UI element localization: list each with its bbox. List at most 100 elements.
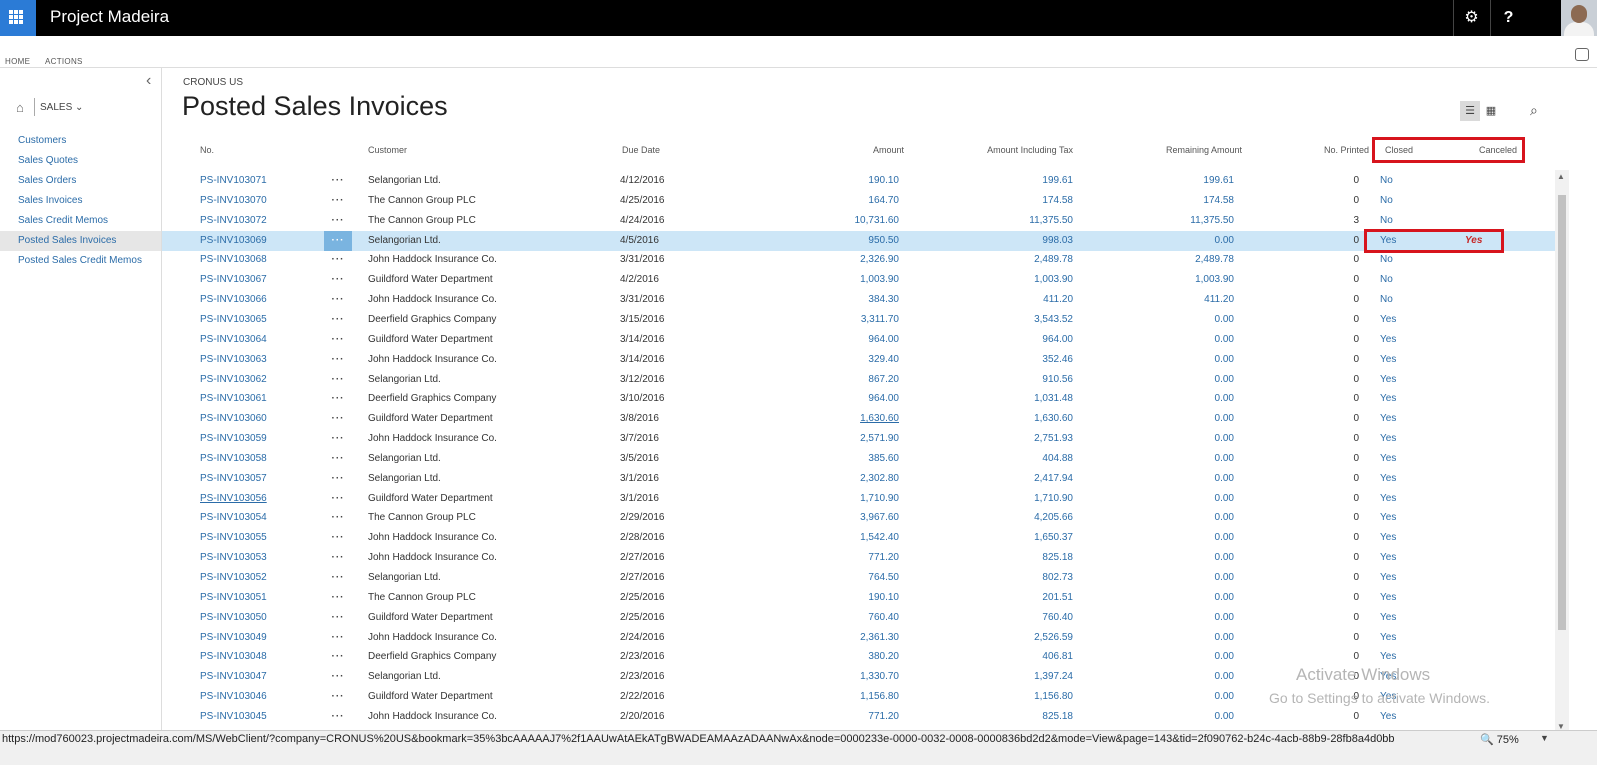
invoice-number-link[interactable]: PS-INV103060: [200, 409, 267, 429]
remaining-amount-cell[interactable]: 199.61: [1203, 171, 1234, 191]
remaining-amount-cell[interactable]: 11,375.50: [1190, 211, 1234, 231]
column-header-amount[interactable]: Amount: [873, 140, 904, 160]
amount-cell[interactable]: 1,542.40: [860, 528, 899, 548]
row-menu-button[interactable]: ···: [324, 191, 352, 211]
amount-including-tax-cell[interactable]: 760.40: [1042, 608, 1073, 628]
invoice-number-link[interactable]: PS-INV103057: [200, 469, 267, 489]
table-row[interactable]: PS-INV103045 ··· John Haddock Insurance Co…: [162, 707, 1555, 727]
invoice-number-link[interactable]: PS-INV103051: [200, 588, 267, 608]
remaining-amount-cell[interactable]: 0.00: [1215, 310, 1234, 330]
help-button[interactable]: ?: [1490, 0, 1526, 36]
ribbon-tab-actions[interactable]: ACTIONS: [45, 57, 83, 66]
amount-cell[interactable]: 190.10: [868, 171, 899, 191]
amount-cell[interactable]: 10,731.60: [855, 211, 900, 231]
list-view-button[interactable]: ☰: [1460, 101, 1480, 121]
remaining-amount-cell[interactable]: 174.58: [1203, 191, 1234, 211]
amount-including-tax-cell[interactable]: 3,543.52: [1034, 310, 1073, 330]
remaining-amount-cell[interactable]: 0.00: [1215, 647, 1234, 667]
amount-cell[interactable]: 3,311.70: [861, 310, 899, 330]
amount-cell[interactable]: 164.70: [868, 191, 899, 211]
amount-including-tax-cell[interactable]: 2,417.94: [1034, 469, 1073, 489]
amount-including-tax-cell[interactable]: 1,156.80: [1034, 687, 1073, 707]
amount-cell[interactable]: 764.50: [868, 568, 899, 588]
column-header-due-date[interactable]: Due Date: [622, 140, 660, 160]
invoice-number-link[interactable]: PS-INV103055: [200, 528, 267, 548]
invoice-number-link[interactable]: PS-INV103054: [200, 508, 267, 528]
invoice-number-link[interactable]: PS-INV103065: [200, 310, 267, 330]
remaining-amount-cell[interactable]: 0.00: [1215, 548, 1234, 568]
table-row[interactable]: PS-INV103070 ··· The Cannon Group PLC 4/25/…: [162, 191, 1555, 211]
table-row[interactable]: PS-INV103066 ··· John Haddock Insurance Co…: [162, 290, 1555, 310]
amount-including-tax-cell[interactable]: 201.51: [1042, 588, 1073, 608]
amount-including-tax-cell[interactable]: 11,375.50: [1029, 211, 1073, 231]
amount-cell[interactable]: 385.60: [868, 449, 899, 469]
remaining-amount-cell[interactable]: 0.00: [1215, 707, 1234, 727]
amount-including-tax-cell[interactable]: 2,526.59: [1034, 628, 1073, 648]
table-row[interactable]: PS-INV103065 ··· Deerfield Graphics Compan…: [162, 310, 1555, 330]
amount-cell[interactable]: 1,003.90: [860, 270, 899, 290]
invoice-number-link[interactable]: PS-INV103047: [200, 667, 267, 687]
invoice-number-link[interactable]: PS-INV103049: [200, 628, 267, 648]
sidebar-item-sales-quotes[interactable]: Sales Quotes: [0, 151, 161, 171]
amount-cell[interactable]: 1,630.60: [860, 409, 899, 429]
amount-including-tax-cell[interactable]: 1,397.24: [1034, 667, 1073, 687]
table-row[interactable]: PS-INV103057 ··· Selangorian Ltd. 3/1/2016 2…: [162, 469, 1555, 489]
invoice-number-link[interactable]: PS-INV103052: [200, 568, 267, 588]
remaining-amount-cell[interactable]: 1,003.90: [1195, 270, 1234, 290]
amount-cell[interactable]: 1,156.80: [860, 687, 899, 707]
remaining-amount-cell[interactable]: 0.00: [1215, 350, 1234, 370]
scroll-up-icon[interactable]: ▲: [1557, 172, 1565, 181]
row-menu-button[interactable]: ···: [324, 211, 352, 231]
row-menu-button[interactable]: ···: [324, 270, 352, 290]
amount-including-tax-cell[interactable]: 825.18: [1042, 548, 1073, 568]
invoice-number-link[interactable]: PS-INV103053: [200, 548, 267, 568]
remaining-amount-cell[interactable]: 0.00: [1215, 508, 1234, 528]
row-menu-button[interactable]: ···: [324, 608, 352, 628]
table-row[interactable]: PS-INV103068 ··· John Haddock Insurance Co…: [162, 250, 1555, 270]
sidebar-item-posted-sales-credit-memos[interactable]: Posted Sales Credit Memos: [0, 251, 161, 271]
amount-including-tax-cell[interactable]: 998.03: [1042, 231, 1073, 251]
table-row[interactable]: PS-INV103051 ··· The Cannon Group PLC 2/25/…: [162, 588, 1555, 608]
amount-cell[interactable]: 950.50: [868, 231, 899, 251]
invoice-number-link[interactable]: PS-INV103072: [200, 211, 267, 231]
amount-including-tax-cell[interactable]: 1,031.48: [1034, 389, 1073, 409]
amount-cell[interactable]: 2,361.30: [860, 628, 899, 648]
amount-cell[interactable]: 2,302.80: [860, 469, 899, 489]
amount-cell[interactable]: 380.20: [868, 647, 899, 667]
table-row[interactable]: PS-INV103056 ··· Guildford Water Departmen…: [162, 489, 1555, 509]
amount-cell[interactable]: 964.00: [868, 389, 899, 409]
amount-cell[interactable]: 867.20: [868, 370, 899, 390]
feedback-icon[interactable]: [1575, 48, 1589, 61]
remaining-amount-cell[interactable]: 0.00: [1215, 389, 1234, 409]
amount-including-tax-cell[interactable]: 1,710.90: [1034, 489, 1073, 509]
table-row[interactable]: PS-INV103072 ··· The Cannon Group PLC 4/24/…: [162, 211, 1555, 231]
amount-including-tax-cell[interactable]: 910.56: [1042, 370, 1073, 390]
sidebar-item-posted-sales-invoices[interactable]: Posted Sales Invoices: [0, 231, 161, 251]
table-row[interactable]: PS-INV103061 ··· Deerfield Graphics Compan…: [162, 389, 1555, 409]
amount-including-tax-cell[interactable]: 411.20: [1043, 290, 1073, 310]
amount-including-tax-cell[interactable]: 4,205.66: [1034, 508, 1073, 528]
remaining-amount-cell[interactable]: 0.00: [1215, 409, 1234, 429]
amount-cell[interactable]: 3,967.60: [860, 508, 899, 528]
amount-cell[interactable]: 384.30: [868, 290, 899, 310]
remaining-amount-cell[interactable]: 0.00: [1215, 449, 1234, 469]
column-header-remaining-amount[interactable]: Remaining Amount: [1166, 140, 1242, 160]
table-row[interactable]: PS-INV103069 ··· Selangorian Ltd. 4/5/2016 9…: [162, 230, 1555, 251]
ribbon-tab-home[interactable]: HOME: [5, 57, 30, 66]
row-menu-button[interactable]: ···: [324, 230, 352, 251]
row-menu-button[interactable]: ···: [324, 290, 352, 310]
remaining-amount-cell[interactable]: 0.00: [1215, 330, 1234, 350]
remaining-amount-cell[interactable]: 411.20: [1204, 290, 1234, 310]
row-menu-button[interactable]: ···: [324, 667, 352, 687]
amount-cell[interactable]: 771.20: [868, 707, 899, 727]
search-icon[interactable]: ⌕: [1530, 102, 1538, 119]
row-menu-button[interactable]: ···: [324, 707, 352, 727]
table-row[interactable]: PS-INV103063 ··· John Haddock Insurance Co…: [162, 350, 1555, 370]
table-row[interactable]: PS-INV103059 ··· John Haddock Insurance Co…: [162, 429, 1555, 449]
remaining-amount-cell[interactable]: 0.00: [1215, 687, 1234, 707]
amount-including-tax-cell[interactable]: 964.00: [1042, 330, 1073, 350]
invoice-number-link[interactable]: PS-INV103058: [200, 449, 267, 469]
invoice-number-link[interactable]: PS-INV103059: [200, 429, 267, 449]
row-menu-button[interactable]: ···: [324, 568, 352, 588]
remaining-amount-cell[interactable]: 0.00: [1215, 608, 1234, 628]
